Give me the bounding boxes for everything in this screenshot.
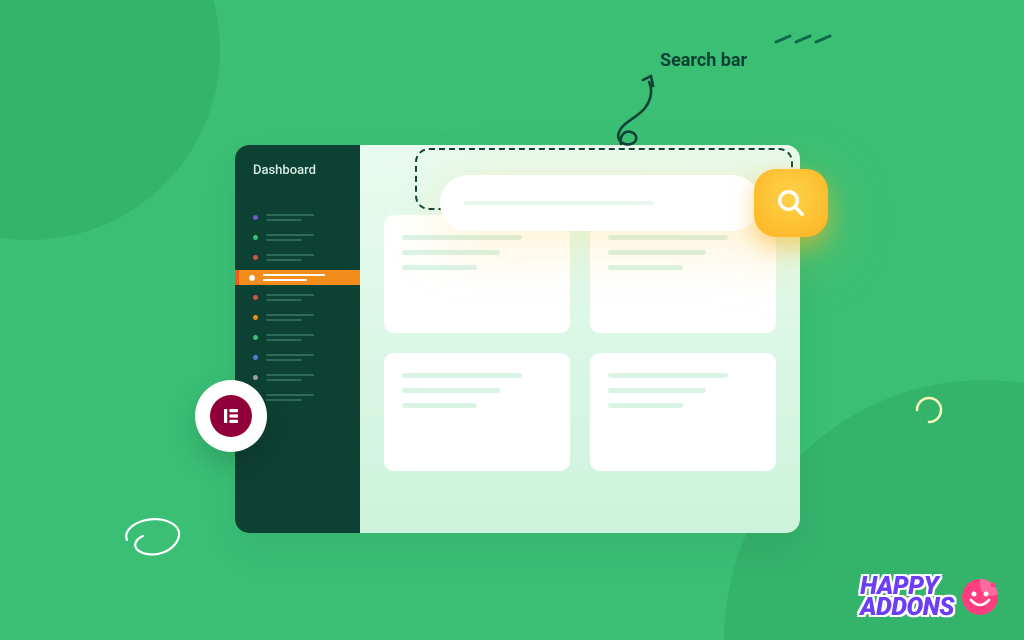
nav-item[interactable] — [235, 330, 360, 345]
nav-dot-icon — [253, 295, 258, 300]
nav-item[interactable] — [235, 210, 360, 225]
nav-list — [235, 210, 360, 405]
card-grid — [384, 215, 776, 471]
brand-wordmark: HAPPY ADDONS — [860, 576, 954, 619]
card-text-placeholder — [608, 403, 683, 408]
search-bar — [440, 175, 828, 231]
nav-item-label-placeholder — [266, 374, 314, 381]
card-text-placeholder — [402, 388, 500, 393]
brand-line2: ADDONS — [860, 597, 954, 618]
card-text-placeholder — [608, 388, 706, 393]
card-text-placeholder — [608, 373, 728, 378]
annotation-label: Search bar — [660, 50, 747, 71]
bg-shape — [0, 0, 220, 240]
nav-item[interactable] — [235, 310, 360, 325]
content-card[interactable] — [384, 353, 570, 471]
decorative-dashes — [774, 28, 834, 48]
card-text-placeholder — [608, 235, 728, 240]
nav-item[interactable] — [235, 290, 360, 305]
card-text-placeholder — [608, 265, 683, 270]
card-text-placeholder — [402, 403, 477, 408]
elementor-badge[interactable] — [195, 380, 267, 452]
nav-item-label-placeholder — [266, 354, 314, 361]
nav-dot-icon — [253, 375, 258, 380]
nav-item[interactable] — [235, 250, 360, 265]
nav-item-label-placeholder — [266, 214, 314, 221]
elementor-icon — [210, 395, 252, 437]
decorative-scribble — [115, 510, 190, 560]
nav-item-label-placeholder — [263, 274, 325, 281]
nav-item[interactable] — [235, 370, 360, 385]
nav-dot-icon — [253, 315, 258, 320]
nav-item-label-placeholder — [266, 254, 314, 261]
nav-item-label-placeholder — [266, 294, 314, 301]
sidebar-title: Dashboard — [235, 163, 360, 178]
content-card[interactable] — [384, 215, 570, 333]
nav-dot-icon — [253, 355, 258, 360]
search-placeholder-line — [464, 201, 654, 205]
card-text-placeholder — [402, 235, 522, 240]
content-card[interactable] — [590, 353, 776, 471]
brand-logo: HAPPY ADDONS — [860, 576, 1000, 619]
smile-face-icon — [960, 577, 1000, 617]
nav-dot-icon — [253, 255, 258, 260]
nav-dot-icon — [253, 215, 258, 220]
nav-item-label-placeholder — [266, 394, 314, 401]
card-text-placeholder — [402, 373, 522, 378]
nav-dot-icon — [253, 235, 258, 240]
nav-item-label-placeholder — [266, 234, 314, 241]
nav-item-active[interactable] — [235, 270, 360, 285]
card-text-placeholder — [402, 265, 477, 270]
nav-item-label-placeholder — [266, 334, 314, 341]
nav-dot-icon — [249, 275, 255, 281]
nav-item[interactable] — [235, 230, 360, 245]
search-button[interactable] — [754, 169, 828, 237]
card-text-placeholder — [608, 250, 706, 255]
annotation-arrow-icon — [605, 70, 660, 155]
card-text-placeholder — [402, 250, 500, 255]
decorative-scribble — [909, 392, 944, 427]
nav-dot-icon — [253, 335, 258, 340]
sidebar: Dashboard — [235, 145, 360, 533]
nav-item[interactable] — [235, 350, 360, 365]
nav-item-label-placeholder — [266, 314, 314, 321]
content-card[interactable] — [590, 215, 776, 333]
search-input[interactable] — [440, 175, 760, 231]
search-icon — [776, 188, 806, 218]
